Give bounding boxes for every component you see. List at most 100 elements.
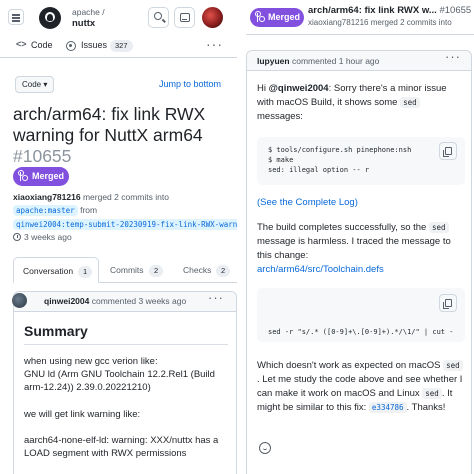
head-branch-line: qinwei2004:temp-submit-20230919-fix-link…: [13, 219, 237, 230]
review-comment-author: lupyuen commented 1 hour ago: [257, 56, 379, 66]
copy-icon: [443, 147, 452, 157]
repo-owner[interactable]: apache /: [72, 7, 105, 17]
text-span: Which doesn't work as expected on macOS: [257, 360, 444, 371]
review-comment-time[interactable]: commented 1 hour ago: [292, 56, 379, 66]
mention-link[interactable]: @qinwei2004: [269, 83, 329, 94]
comment-paragraph-1: when using new gcc verion like:: [24, 356, 158, 367]
merge-text: merged 2 commits into: [82, 192, 169, 202]
comment-header: qinwei2004 commented 3 weeks ago ···: [14, 292, 236, 312]
inline-code: sed: [422, 388, 442, 399]
sticky-pr-header: Merged arch/arm64: fix link RWX w... #10…: [246, 0, 474, 35]
inline-code: sed: [400, 97, 420, 108]
more-tabs-button[interactable]: ···: [206, 36, 223, 52]
pane-gap: [237, 0, 246, 474]
head-branch[interactable]: qinwei2004:temp-submit-20230919-fix-link…: [13, 219, 237, 230]
base-branch[interactable]: apache:master: [13, 205, 78, 216]
pr-title: arch/arm64: fix link RWX warning for Nut…: [13, 104, 206, 145]
code-line: sed: illegal option -- r: [268, 166, 370, 174]
inbox-icon: [180, 13, 190, 22]
text-span: The build completes successfully, so the: [257, 222, 429, 233]
review-paragraph-1: Hi @qinwei2004: Sorry there's a minor is…: [257, 82, 465, 124]
add-reaction-icon[interactable]: [259, 442, 271, 454]
review-comment: lupyuen commented 1 hour ago ··· Hi @qin…: [246, 50, 472, 474]
code-icon: <>: [16, 39, 27, 49]
left-pane: apache / nuttx <> Code Issues 327 ··· Co…: [0, 0, 237, 474]
inline-code: sed: [443, 360, 463, 371]
base-branch-line: apache:master from: [13, 205, 97, 216]
comment-paragraph-4: aarch64-none-elf-ld: warning: XXX/nuttx …: [24, 435, 219, 459]
complete-log-link[interactable]: (See the Complete Log): [257, 196, 465, 210]
merge-info: xiaoxiang781216 merged 2 commits into: [13, 192, 169, 202]
code-block-1: $ tools/configure.sh pinephone:nsh $ mak…: [257, 137, 465, 185]
github-logo-icon[interactable]: [39, 7, 61, 29]
tab-checks[interactable]: Checks: [183, 265, 211, 275]
heading-divider: [24, 344, 228, 345]
review-paragraph-3: Which doesn't work as expected on macOS …: [257, 359, 465, 415]
tab-code[interactable]: Code: [31, 40, 53, 50]
toolchain-defs-link[interactable]: arch/arm64/src/Toolchain.defs: [257, 264, 384, 275]
review-author-name[interactable]: lupyuen: [257, 56, 290, 66]
text-span: message is harmless. I traced the messag…: [257, 236, 451, 261]
code-block-2: sed -r "s/.* ([0-9]+\.[0-9]+).*/\1/" | c…: [257, 288, 465, 342]
sticky-pr-subtitle: xiaoxiang781216 merged 2 commits into: [308, 18, 452, 27]
merged-status-badge: Merged: [13, 167, 69, 186]
pr-description-comment: qinwei2004 commented 3 weeks ago ··· Sum…: [13, 291, 237, 474]
code-line: sed -r "s/.* ([0-9]+\.[0-9]+).*/\1/" | c…: [268, 328, 454, 336]
merger-username[interactable]: xiaoxiang781216: [13, 192, 81, 202]
search-button[interactable]: [148, 7, 169, 28]
review-comment-header: lupyuen commented 1 hour ago ···: [247, 51, 471, 71]
tab-conversation-label: Conversation: [23, 266, 74, 276]
tab-commits[interactable]: Commits: [110, 265, 144, 275]
text-span: Hi: [257, 83, 269, 94]
merge-time: 3 weeks ago: [13, 232, 72, 242]
copy-icon: [443, 299, 452, 309]
text-span: messages:: [257, 111, 303, 122]
merge-icon: [255, 11, 265, 22]
summary-heading: Summary: [24, 323, 88, 339]
tab-checks-count: 2: [216, 265, 231, 277]
merge-icon: [18, 170, 28, 181]
comment-more-button[interactable]: ···: [208, 292, 224, 305]
text-span: . Thanks!: [406, 402, 446, 413]
top-bar: apache / nuttx: [0, 0, 237, 36]
inline-code: sed: [428, 222, 449, 233]
comment-author-avatar[interactable]: [12, 293, 27, 308]
repo-name[interactable]: nuttx: [72, 18, 95, 29]
issue-icon: [66, 41, 76, 51]
tab-commits-count: 2: [149, 265, 164, 277]
jump-to-bottom-link[interactable]: Jump to bottom: [159, 79, 221, 89]
merged-status-badge-sticky: Merged: [250, 8, 304, 27]
copy-code-button[interactable]: [439, 294, 457, 312]
copy-code-button[interactable]: [439, 142, 457, 160]
from-text: from: [80, 205, 98, 215]
right-pane: Merged arch/arm64: fix link RWX w... #10…: [246, 0, 474, 474]
sticky-pr-title-text: arch/arm64: fix link RWX w...: [308, 5, 437, 16]
comment-paragraph-2: GNU ld (Arm GNU Toolchain 12.2.Rel1 (Bui…: [24, 369, 215, 393]
inbox-button[interactable]: [174, 7, 195, 28]
sticky-pr-title: arch/arm64: fix link RWX w... #10655: [308, 5, 473, 16]
merged-label: Merged: [32, 171, 65, 181]
repo-nav: <> Code Issues 327 ···: [0, 36, 237, 58]
tab-conversation-count: 1: [78, 266, 93, 278]
code-dropdown-button[interactable]: Code ▾: [15, 76, 55, 93]
code-line: $ tools/configure.sh pinephone:nsh: [268, 146, 412, 154]
tab-conversation[interactable]: Conversation 1: [13, 257, 99, 283]
user-avatar[interactable]: [202, 7, 223, 28]
comment-author-name[interactable]: qinwei2004: [44, 296, 89, 306]
code-line: $ make: [268, 156, 294, 164]
sticky-pr-number: #10655: [439, 5, 472, 16]
comment-paragraph-3: we will get link warning like:: [24, 409, 141, 420]
commit-link[interactable]: e334786: [368, 402, 407, 413]
comment-time[interactable]: commented 3 weeks ago: [92, 296, 187, 306]
clock-icon: [13, 233, 21, 241]
tab-issues[interactable]: Issues: [81, 40, 107, 50]
review-comment-more-button[interactable]: ···: [445, 51, 461, 64]
merged-label-sticky: Merged: [268, 12, 301, 22]
pr-number: #10655: [13, 146, 72, 166]
review-paragraph-2: The build completes successfully, so the…: [257, 221, 465, 277]
issues-count-badge: 327: [110, 40, 133, 52]
pr-tabs: Conversation 1 Commits 2 Checks 2: [13, 257, 237, 283]
menu-icon[interactable]: [8, 9, 24, 25]
comment-author: qinwei2004 commented 3 weeks ago: [44, 296, 186, 306]
search-icon: [154, 12, 162, 20]
